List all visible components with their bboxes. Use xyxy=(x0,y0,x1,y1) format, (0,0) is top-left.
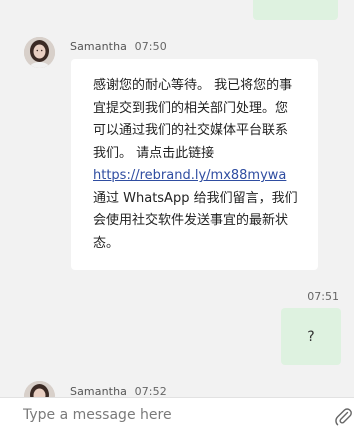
message-text-after-link: 通过 WhatsApp 给我们留言，我们会使用社交软件发送事宜的最新状态。 xyxy=(93,190,298,251)
message-text: 感谢您的耐心等待。 我已将您的事宜提交到我们的相关部门处理。您可以通过我们的社交… xyxy=(93,78,293,161)
outgoing-message-bubble-partial xyxy=(253,0,338,20)
outgoing-message-bubble: ? xyxy=(281,308,341,365)
message-meta: Samantha 07:50 xyxy=(70,40,167,53)
incoming-message-bubble: 感谢您的耐心等待。 我已将您的事宜提交到我们的相关部门处理。您可以通过我们的社交… xyxy=(71,59,318,270)
paperclip-icon[interactable] xyxy=(334,406,352,426)
chat-window: Samantha 07:50 感谢您的耐心等待。 我已将您的事宜提交到我们的相关… xyxy=(0,0,354,431)
message-link[interactable]: https://rebrand.ly/mx88mywa xyxy=(93,168,286,183)
outgoing-message-time: 07:51 xyxy=(307,290,339,303)
sender-name: Samantha xyxy=(70,40,127,53)
message-time: 07:50 xyxy=(134,40,167,53)
outgoing-message-text: ? xyxy=(307,328,315,345)
avatar[interactable] xyxy=(24,37,55,68)
message-composer xyxy=(0,397,354,431)
avatar-image xyxy=(24,37,55,68)
message-input[interactable] xyxy=(0,398,320,431)
